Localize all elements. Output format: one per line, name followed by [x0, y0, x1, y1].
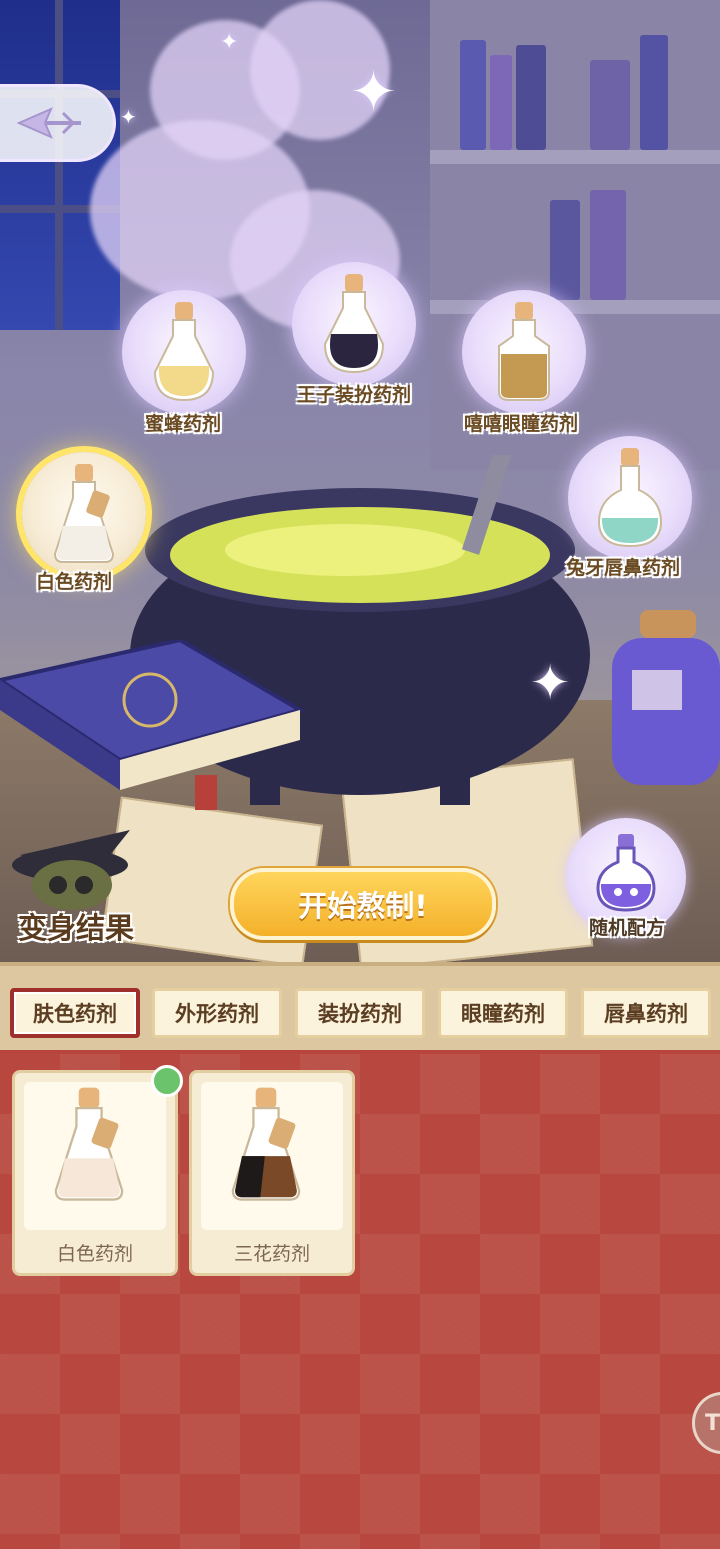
- inventory-item-name: 白色药剂: [56, 1243, 133, 1265]
- back-button[interactable]: [0, 84, 116, 162]
- potion-bubble-prince[interactable]: [292, 262, 416, 386]
- inventory-item-name: 三花药剂: [233, 1243, 310, 1265]
- potion-label-rabbit: 兔牙唇鼻药剂: [566, 557, 681, 579]
- potion-bubble-eye[interactable]: [462, 290, 586, 414]
- tab-shape[interactable]: 外形药剂: [152, 988, 282, 1038]
- side-badge[interactable]: T: [692, 1392, 720, 1454]
- potion-bubble-rabbit[interactable]: [568, 436, 692, 560]
- bee-potion-icon: [153, 302, 215, 402]
- potion-jar: [612, 610, 720, 785]
- potion-label-prince: 王子装扮药剂: [297, 384, 412, 406]
- witch-hat-icon: [12, 830, 130, 910]
- tab-eyes[interactable]: 眼瞳药剂: [438, 988, 568, 1038]
- potion-inventory: 白色药剂 三花药剂 T: [0, 1054, 720, 1549]
- flask-icon: [596, 834, 656, 912]
- potion-label-eye: 嘻嘻眼瞳药剂: [464, 413, 579, 435]
- potion-bubble-bee[interactable]: [122, 290, 246, 414]
- eye-potion-icon: [498, 302, 550, 401]
- sparkle-icon: ✦: [120, 105, 137, 129]
- white-potion-icon: [53, 464, 115, 563]
- inventory-card-calico[interactable]: 三花药剂: [189, 1070, 355, 1276]
- transform-result-label[interactable]: 变身结果: [18, 905, 134, 947]
- calico-potion-icon: [231, 1087, 301, 1201]
- night-window: [0, 0, 120, 330]
- inventory-card-white[interactable]: 白色药剂: [12, 1065, 204, 1276]
- random-recipe-label: 随机配方: [589, 917, 666, 939]
- bookshelf: [430, 0, 720, 470]
- white-potion-icon: [54, 1087, 124, 1201]
- sparkle-icon: ✦: [220, 30, 239, 55]
- sparkle-icon: ✦: [350, 60, 397, 125]
- rabbit-potion-icon: [597, 448, 663, 548]
- prince-potion-icon: [323, 274, 385, 374]
- sparkle-icon: ✦: [530, 655, 571, 711]
- start-brew-button[interactable]: 开始熬制!: [230, 868, 496, 940]
- category-tabs: 肤色药剂 外形药剂 装扮药剂 眼瞳药剂 唇鼻药剂: [0, 962, 720, 1054]
- spell-book: [0, 640, 306, 810]
- tab-skin-color[interactable]: 肤色药剂: [10, 988, 140, 1038]
- back-arrow-icon: [16, 107, 81, 139]
- potion-label-white: 白色药剂: [36, 571, 113, 593]
- check-icon: [151, 1065, 204, 1097]
- tab-lips-nose[interactable]: 唇鼻药剂: [581, 988, 711, 1038]
- tab-outfit[interactable]: 装扮药剂: [295, 988, 425, 1038]
- potion-label-bee: 蜜蜂药剂: [145, 413, 222, 435]
- potion-bubble-white[interactable]: [22, 452, 146, 576]
